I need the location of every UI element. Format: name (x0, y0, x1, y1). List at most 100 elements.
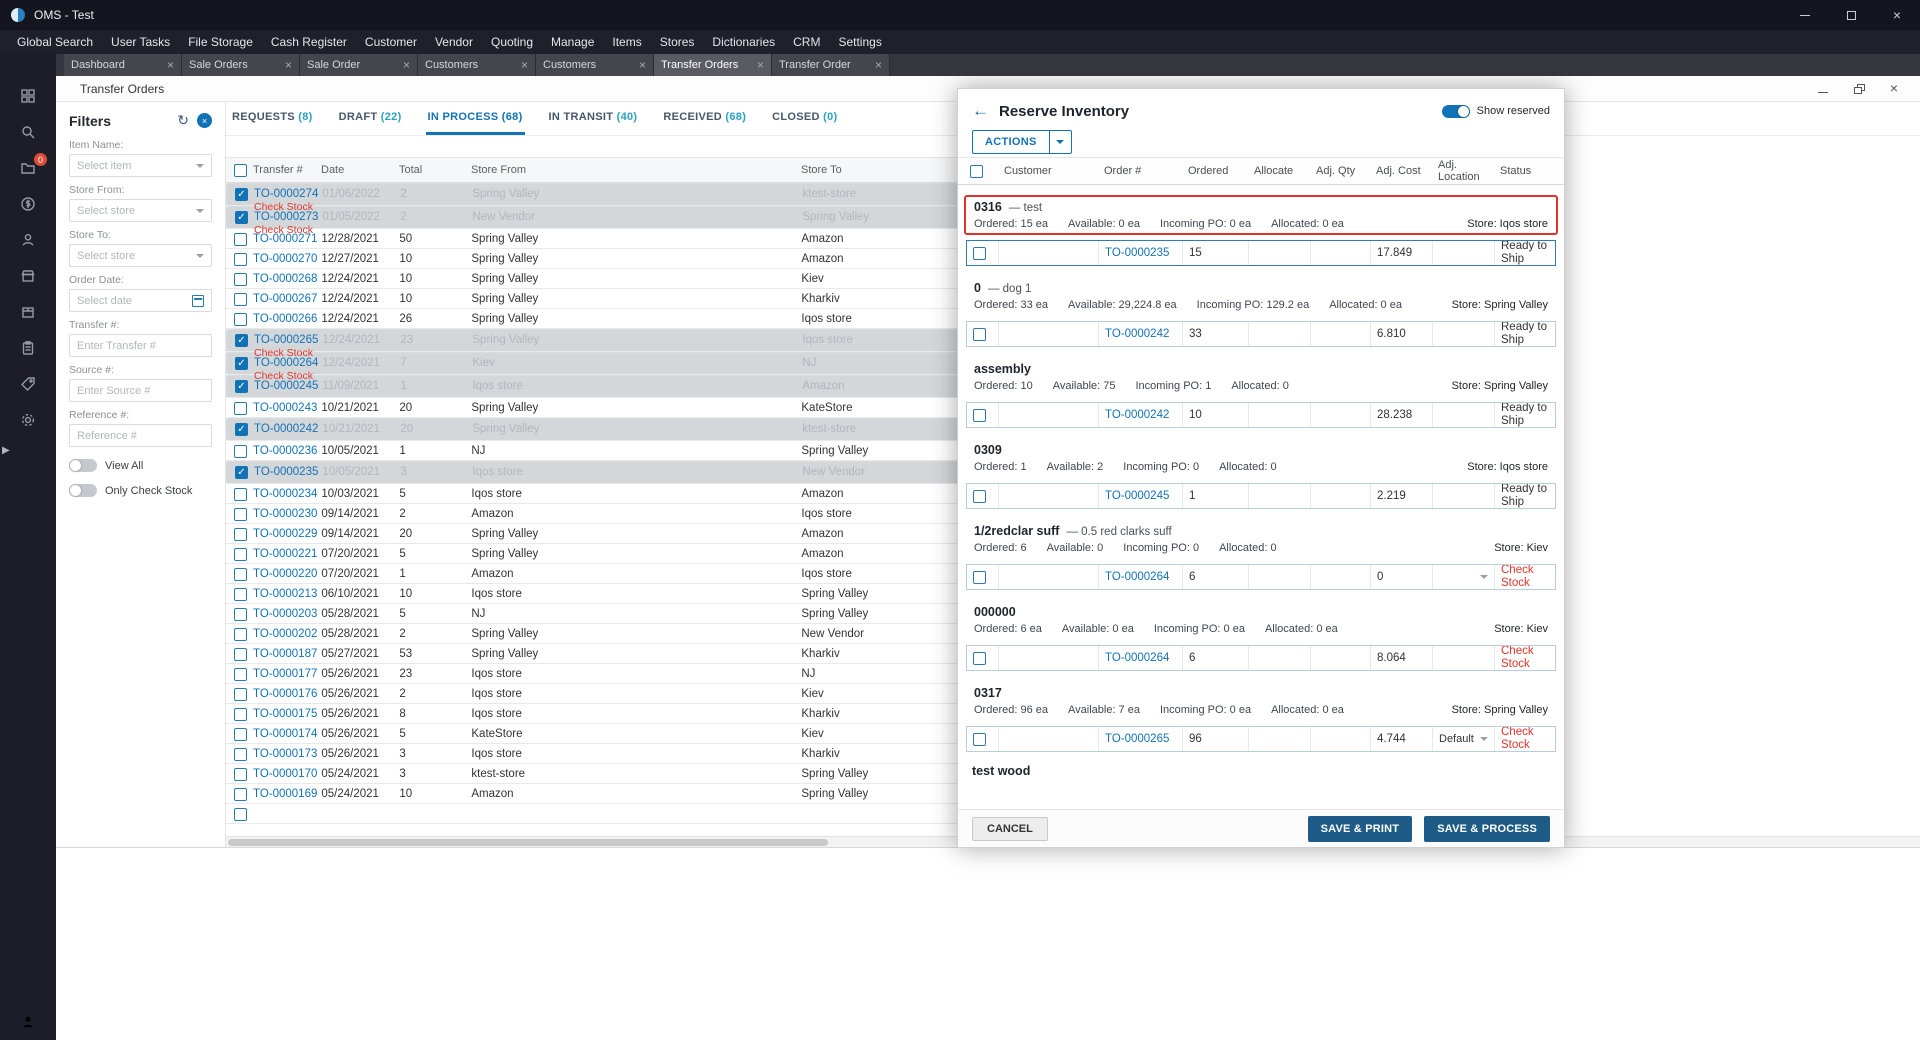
menu-item[interactable]: CRM (784, 35, 829, 49)
cancel-button[interactable]: CANCEL (972, 817, 1048, 841)
transfer-link[interactable]: TO-0000170 (253, 767, 317, 781)
adj-location-cell[interactable]: Default (1433, 727, 1495, 751)
document-tab[interactable]: Transfer Orders × (654, 54, 772, 76)
row-checkbox[interactable] (235, 466, 248, 479)
allocate-cell[interactable] (1249, 241, 1311, 265)
adj-location-cell[interactable] (1433, 322, 1495, 346)
transfer-link[interactable]: TO-0000176 (253, 687, 317, 701)
adj-qty-cell[interactable] (1311, 403, 1371, 427)
menu-item[interactable]: Cash Register (262, 35, 356, 49)
row-checkbox[interactable] (235, 357, 248, 370)
row-checkbox[interactable] (234, 568, 247, 581)
allocate-cell[interactable] (1249, 403, 1311, 427)
status-tab[interactable]: IN PROCESS (68) (426, 111, 525, 135)
allocate-cell[interactable] (1249, 565, 1311, 589)
tab-close-icon[interactable]: × (757, 58, 764, 72)
row-checkbox[interactable] (234, 488, 247, 501)
column-adj-cost[interactable]: Adj. Cost (1370, 165, 1432, 177)
row-checkbox[interactable] (973, 490, 986, 503)
transfer-link[interactable]: TO-0000202 (253, 627, 317, 641)
transfer-link[interactable]: TO-0000235 (254, 465, 318, 479)
column-store-from[interactable]: Store From (471, 164, 801, 176)
document-tab[interactable]: Dashboard × (64, 54, 182, 76)
row-checkbox[interactable] (235, 211, 248, 224)
actions-button[interactable]: ACTIONS (972, 130, 1072, 154)
adj-location-cell[interactable] (1433, 646, 1495, 670)
transfer-link[interactable]: TO-0000264 (254, 356, 318, 370)
adj-qty-cell[interactable] (1311, 646, 1371, 670)
transfer-link[interactable]: TO-0000175 (253, 707, 317, 721)
reserve-row[interactable]: TO-0000265 96 4.744 Default Check Stock (966, 726, 1556, 752)
view-all-toggle[interactable] (69, 459, 97, 472)
adj-qty-cell[interactable] (1311, 241, 1371, 265)
transfer-link[interactable]: TO-0000268 (253, 272, 317, 286)
order-link[interactable]: TO-0000245 (1105, 490, 1169, 502)
adj-qty-cell[interactable] (1311, 322, 1371, 346)
status-tab[interactable]: CLOSED (0) (770, 111, 839, 135)
window-minimize-button[interactable] (1818, 82, 1828, 96)
select-all-checkbox[interactable] (234, 164, 247, 177)
sidebar-item-inventory[interactable] (0, 294, 56, 330)
row-checkbox[interactable] (235, 334, 248, 347)
status-badge[interactable]: Ready to Ship (1495, 241, 1555, 265)
actions-dropdown-button[interactable] (1049, 131, 1071, 153)
status-tab[interactable]: IN TRANSIT (40) (547, 111, 640, 135)
adj-cost-cell[interactable]: 28.238 (1371, 403, 1433, 427)
order-link[interactable]: TO-0000265 (1105, 733, 1169, 745)
status-tab[interactable]: REQUESTS (8) (230, 111, 315, 135)
status-tab[interactable]: RECEIVED (68) (661, 111, 748, 135)
transfer-link[interactable]: TO-0000174 (253, 727, 317, 741)
menu-item[interactable]: Customer (356, 35, 426, 49)
adj-cost-cell[interactable]: 8.064 (1371, 646, 1433, 670)
reserve-row[interactable]: TO-0000245 1 2.219 Ready to Ship (966, 483, 1556, 509)
transfer-link[interactable]: TO-0000230 (253, 507, 317, 521)
reserve-row[interactable]: TO-0000242 33 6.810 Ready to Ship (966, 321, 1556, 347)
adj-cost-cell[interactable]: 0 (1371, 565, 1433, 589)
transfer-link[interactable]: TO-0000234 (253, 487, 317, 501)
column-status[interactable]: Status (1494, 165, 1556, 177)
menu-item[interactable]: Items (603, 35, 650, 49)
status-tab[interactable]: DRAFT (22) (337, 111, 404, 135)
transfer-link[interactable]: TO-0000221 (253, 547, 317, 561)
transfer-link[interactable]: TO-0000203 (253, 607, 317, 621)
sidebar-item-search[interactable] (0, 114, 56, 150)
status-badge[interactable]: Check Stock (1495, 646, 1555, 670)
sidebar-item-profile[interactable] (0, 1014, 56, 1030)
column-transfer[interactable]: Transfer # (253, 164, 321, 176)
transfer-link[interactable]: TO-0000271 (253, 232, 317, 246)
row-checkbox[interactable] (234, 608, 247, 621)
sidebar-item-stores[interactable] (0, 258, 56, 294)
rail-expander-icon[interactable]: ▶ (2, 445, 10, 456)
tab-close-icon[interactable]: × (167, 58, 174, 72)
save-print-button[interactable]: SAVE & PRINT (1308, 816, 1413, 842)
transfer-link[interactable]: TO-0000169 (253, 787, 317, 801)
sidebar-item-tags[interactable] (0, 366, 56, 402)
row-checkbox[interactable] (234, 402, 247, 415)
document-tab[interactable]: Transfer Order × (772, 54, 890, 76)
clear-filters-icon[interactable]: × (197, 113, 212, 128)
menu-item[interactable]: User Tasks (102, 35, 179, 49)
group-header[interactable]: assembly Ordered: 10 Available: 75 Incom… (964, 357, 1558, 397)
order-link[interactable]: TO-0000242 (1105, 409, 1169, 421)
row-checkbox[interactable] (973, 328, 986, 341)
column-ordered[interactable]: Ordered (1182, 165, 1248, 177)
tab-close-icon[interactable]: × (639, 58, 646, 72)
adj-qty-cell[interactable] (1311, 565, 1371, 589)
row-checkbox[interactable] (973, 247, 986, 260)
adj-location-cell[interactable] (1433, 403, 1495, 427)
transfer-link[interactable]: TO-0000270 (253, 252, 317, 266)
menu-item[interactable]: Manage (542, 35, 603, 49)
row-checkbox[interactable] (234, 708, 247, 721)
transfer-link[interactable]: TO-0000229 (253, 527, 317, 541)
allocate-cell[interactable] (1249, 322, 1311, 346)
transfer-link[interactable]: TO-0000273 (254, 210, 318, 224)
row-checkbox[interactable] (973, 733, 986, 746)
titlebar-maximize-button[interactable] (1828, 0, 1874, 30)
transfer-link[interactable]: TO-0000243 (253, 401, 317, 415)
row-checkbox[interactable] (234, 688, 247, 701)
allocate-cell[interactable] (1249, 727, 1311, 751)
store-to-select[interactable]: Select store (69, 244, 212, 267)
group-header[interactable]: 1/2redclar suff — 0.5 red clarks suff Or… (964, 519, 1558, 559)
status-badge[interactable]: Ready to Ship (1495, 484, 1555, 508)
refresh-filters-icon[interactable]: ↻ (177, 112, 189, 129)
